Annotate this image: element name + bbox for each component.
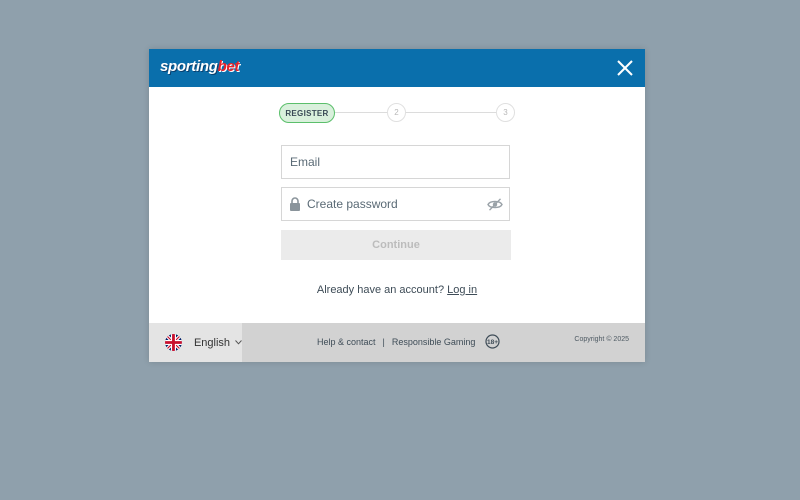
password-field-wrapper xyxy=(281,187,510,221)
age-badge-text: 18+ xyxy=(487,339,498,346)
password-input[interactable] xyxy=(282,188,509,220)
login-prompt: Already have an account? Log in xyxy=(149,284,645,296)
close-button[interactable] xyxy=(615,58,635,78)
chevron-down-icon xyxy=(235,340,242,345)
step-connector xyxy=(406,112,496,113)
continue-button[interactable]: Continue xyxy=(281,230,511,260)
responsible-gaming-link[interactable]: Responsible Gaming xyxy=(392,337,476,347)
lock-icon xyxy=(290,197,300,211)
help-contact-link[interactable]: Help & contact xyxy=(317,337,376,347)
copyright-text: Copyright © 2025 xyxy=(574,336,629,343)
footer-separator: | xyxy=(382,337,385,347)
age-restriction-icon: 18+ xyxy=(485,333,501,349)
language-label: English xyxy=(193,336,231,349)
step-3: 3 xyxy=(496,103,515,122)
eye-off-icon[interactable] xyxy=(487,198,503,211)
footer-links: Help & contact | Responsible Gaming 18+ xyxy=(317,333,501,351)
step-register: REGISTER xyxy=(279,103,335,123)
uk-flag-icon xyxy=(165,334,182,351)
email-input[interactable] xyxy=(282,146,509,178)
modal-header: sportingbet xyxy=(149,49,645,87)
registration-modal: sportingbet REGISTER 2 3 Continue Al xyxy=(149,49,645,362)
logo-accent-text: bet xyxy=(217,58,240,75)
login-prompt-text: Already have an account? xyxy=(316,284,445,296)
email-field-wrapper xyxy=(281,145,510,179)
language-selector[interactable]: English xyxy=(149,323,242,362)
sportingbet-logo: sportingbet xyxy=(160,58,239,75)
registration-stepper: REGISTER 2 3 xyxy=(279,103,515,123)
modal-footer: English Help & contact | Responsible Gam… xyxy=(149,323,645,362)
step-connector xyxy=(335,112,387,113)
age-18-badge[interactable]: 18+ xyxy=(485,333,501,351)
close-icon xyxy=(617,60,633,76)
logo-main-text: sporting xyxy=(160,58,218,75)
login-link[interactable]: Log in xyxy=(447,284,477,296)
step-2: 2 xyxy=(387,103,406,122)
